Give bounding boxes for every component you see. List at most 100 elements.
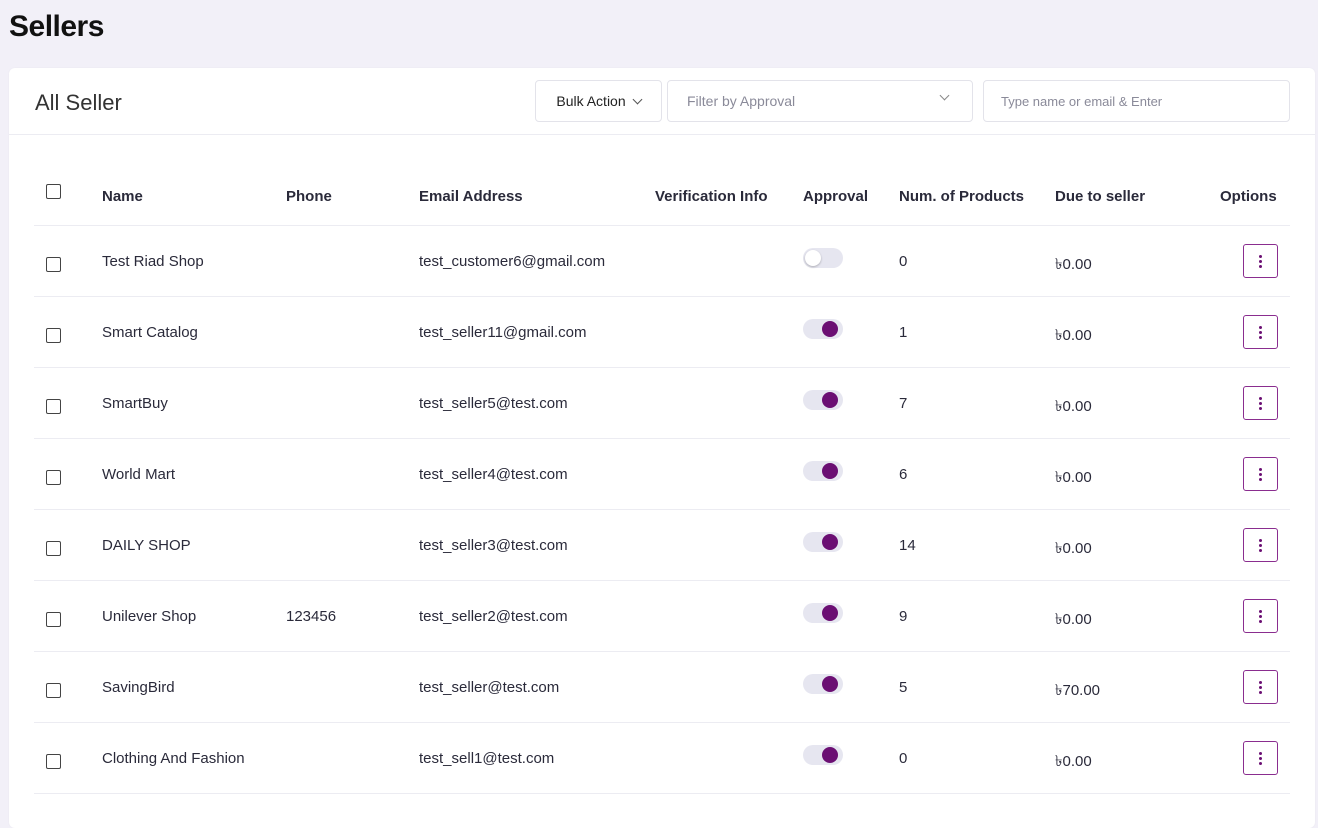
options-button[interactable] — [1243, 741, 1278, 775]
toggle-knob — [822, 321, 838, 337]
card-header: All Seller Bulk Action Filter by Approva… — [9, 68, 1315, 135]
header-email[interactable]: Email Address — [419, 188, 523, 205]
seller-email: test_seller2@test.com — [419, 608, 568, 625]
options-button[interactable] — [1243, 528, 1278, 562]
approval-toggle[interactable] — [803, 674, 843, 694]
more-vertical-icon — [1259, 396, 1262, 400]
seller-due-amount: ৳0.00 — [1055, 469, 1092, 486]
options-button[interactable] — [1243, 315, 1278, 349]
toggle-knob — [822, 392, 838, 408]
seller-name: Unilever Shop — [102, 608, 197, 625]
approval-toggle[interactable] — [803, 248, 843, 268]
seller-due-amount: ৳0.00 — [1055, 540, 1092, 557]
seller-email: test_sell1@test.com — [419, 750, 555, 767]
page-title: Sellers — [9, 10, 104, 43]
options-button[interactable] — [1243, 457, 1278, 491]
seller-email: test_seller4@test.com — [419, 466, 568, 483]
seller-products-count: 5 — [899, 679, 908, 696]
seller-phone: 123456 — [286, 608, 337, 625]
select-all-checkbox[interactable] — [46, 184, 61, 199]
seller-name: SmartBuy — [102, 395, 168, 412]
seller-due-amount: ৳0.00 — [1055, 327, 1092, 344]
more-vertical-icon-dot — [1259, 685, 1262, 689]
table-row: SmartBuy test_seller5@test.com 7 ৳0.00 — [34, 368, 1290, 439]
seller-due-amount: ৳0.00 — [1055, 753, 1092, 770]
more-vertical-icon — [1259, 751, 1262, 755]
seller-name: Test Riad Shop — [102, 253, 204, 270]
table-row: Unilever Shop 123456 test_seller2@test.com… — [34, 581, 1290, 652]
chevron-down-icon — [939, 90, 950, 101]
more-vertical-icon-dot — [1259, 330, 1262, 334]
chevron-down-icon — [632, 94, 643, 104]
seller-name: World Mart — [102, 466, 176, 483]
sellers-card: All Seller Bulk Action Filter by Approva… — [9, 68, 1315, 828]
card-title: All Seller — [35, 90, 122, 115]
more-vertical-icon-dot — [1259, 477, 1262, 481]
seller-products-count: 9 — [899, 608, 908, 625]
seller-products-count: 6 — [899, 466, 908, 483]
bulk-action-label: Bulk Action — [556, 93, 626, 109]
seller-email: test_seller5@test.com — [419, 395, 568, 412]
more-vertical-icon-dot — [1259, 406, 1262, 410]
header-phone[interactable]: Phone — [286, 188, 332, 205]
bulk-action-dropdown[interactable]: Bulk Action — [535, 80, 662, 122]
header-due[interactable]: Due to seller — [1055, 188, 1145, 205]
approval-toggle[interactable] — [803, 390, 843, 410]
row-checkbox[interactable] — [46, 754, 61, 769]
seller-email: test_seller@test.com — [419, 679, 560, 696]
toggle-knob — [822, 747, 838, 763]
seller-due-amount: ৳0.00 — [1055, 256, 1092, 273]
seller-email: test_seller3@test.com — [419, 537, 568, 554]
seller-name: DAILY SHOP — [102, 537, 191, 554]
seller-products-count: 0 — [899, 750, 908, 767]
approval-toggle[interactable] — [803, 532, 843, 552]
approval-toggle[interactable] — [803, 319, 843, 339]
header-verification[interactable]: Verification Info — [655, 188, 768, 205]
more-vertical-icon — [1259, 467, 1262, 471]
row-checkbox[interactable] — [46, 399, 61, 414]
more-vertical-icon-dot — [1259, 472, 1262, 476]
sellers-table: Name Phone Email Address Verification In… — [34, 160, 1290, 794]
row-checkbox[interactable] — [46, 541, 61, 556]
table-header: Name Phone Email Address Verification In… — [34, 160, 1290, 226]
more-vertical-icon — [1259, 325, 1262, 329]
search-input[interactable] — [983, 80, 1290, 122]
approval-toggle[interactable] — [803, 461, 843, 481]
table-row: Smart Catalog test_seller11@gmail.com 1 ৳0.… — [34, 297, 1290, 368]
seller-products-count: 1 — [899, 324, 908, 341]
toggle-knob — [822, 463, 838, 479]
header-name[interactable]: Name — [102, 188, 143, 205]
options-button[interactable] — [1243, 386, 1278, 420]
header-approval[interactable]: Approval — [803, 188, 868, 205]
table-row: DAILY SHOP test_seller3@test.com 14 ৳0.00 — [34, 510, 1290, 581]
more-vertical-icon-dot — [1259, 401, 1262, 405]
toggle-knob — [805, 250, 821, 266]
row-checkbox[interactable] — [46, 257, 61, 272]
options-button[interactable] — [1243, 599, 1278, 633]
approval-toggle[interactable] — [803, 603, 843, 623]
header-options: Options — [1220, 188, 1277, 205]
toggle-knob — [822, 534, 838, 550]
seller-products-count: 14 — [899, 537, 916, 554]
seller-products-count: 0 — [899, 253, 908, 270]
more-vertical-icon — [1259, 609, 1262, 613]
toggle-knob — [822, 676, 838, 692]
row-checkbox[interactable] — [46, 612, 61, 627]
row-checkbox[interactable] — [46, 328, 61, 343]
row-checkbox[interactable] — [46, 470, 61, 485]
seller-name: SavingBird — [102, 679, 175, 696]
more-vertical-icon-dot — [1259, 756, 1262, 760]
options-button[interactable] — [1243, 244, 1278, 278]
approval-toggle[interactable] — [803, 745, 843, 765]
table-row: Test Riad Shop test_customer6@gmail.com 0 ৳… — [34, 226, 1290, 297]
approval-filter-select[interactable]: Filter by Approval — [667, 80, 973, 122]
more-vertical-icon-dot — [1259, 543, 1262, 547]
seller-name: Clothing And Fashion — [102, 750, 245, 767]
header-products[interactable]: Num. of Products — [899, 188, 1024, 205]
more-vertical-icon-dot — [1259, 264, 1262, 268]
options-button[interactable] — [1243, 670, 1278, 704]
approval-filter-placeholder: Filter by Approval — [687, 93, 796, 109]
row-checkbox[interactable] — [46, 683, 61, 698]
more-vertical-icon — [1259, 538, 1262, 542]
table-row: World Mart test_seller4@test.com 6 ৳0.00 — [34, 439, 1290, 510]
